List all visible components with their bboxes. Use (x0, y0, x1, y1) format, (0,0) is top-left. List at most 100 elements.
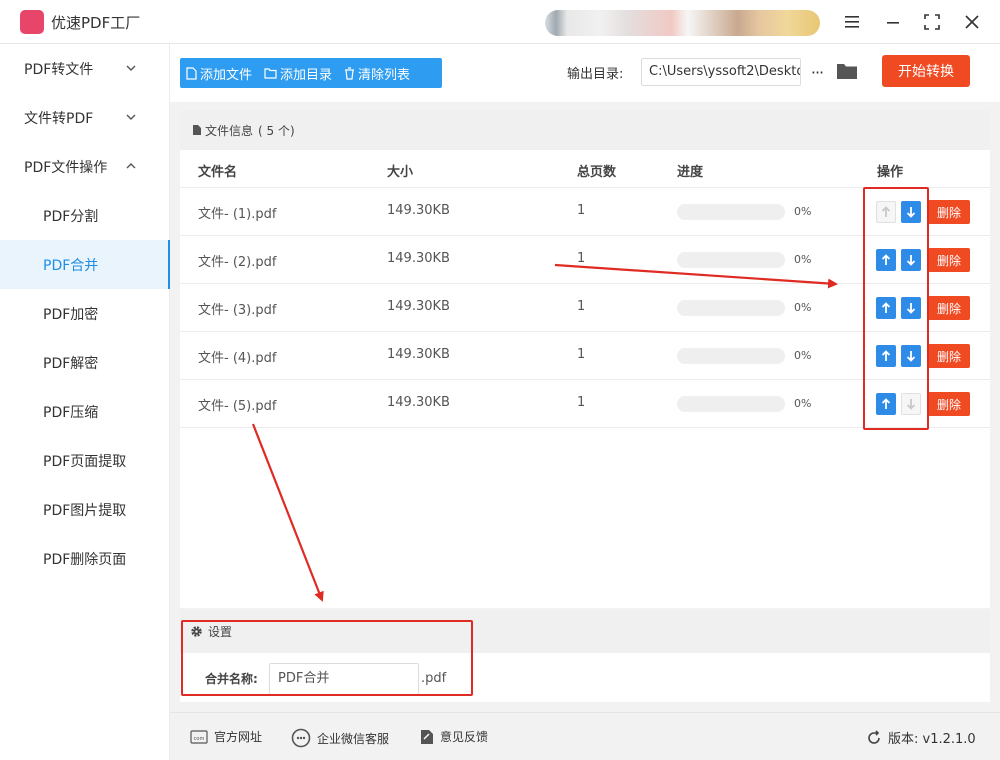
output-dir-input[interactable]: C:\Users\yssoft2\Deskto (641, 58, 801, 86)
delete-button[interactable]: 删除 (928, 200, 970, 224)
move-down-button[interactable] (901, 249, 921, 271)
delete-button[interactable]: 删除 (928, 392, 970, 416)
settings-panel: 设置 合并名称: PDF合并 .pdf (180, 610, 990, 702)
sidebar-group-pdf-operations[interactable]: PDF文件操作 (0, 142, 170, 191)
app-logo-icon (20, 10, 44, 34)
table-row: 文件- (5).pdf 149.30KB 1 0% 删除 (180, 380, 990, 428)
clear-list-button[interactable]: 清除列表 (338, 58, 416, 88)
file-name: 文件- (3).pdf (198, 303, 277, 318)
move-up-button[interactable] (876, 297, 896, 319)
sidebar-item-pdf-merge[interactable]: PDF合并 (0, 240, 170, 289)
menu-icon[interactable] (840, 10, 864, 34)
sidebar-item-pdf-decrypt[interactable]: PDF解密 (0, 338, 170, 387)
add-folder-button[interactable]: 添加目录 (258, 58, 338, 88)
move-down-button[interactable] (901, 297, 921, 319)
file-button-group: 添加文件 添加目录 清除列表 (180, 58, 442, 88)
progress-text: 0% (794, 301, 812, 314)
sidebar-group-file-to-pdf[interactable]: 文件转PDF (0, 93, 170, 142)
table-row: 文件- (1).pdf 149.30KB 1 0% 删除 (180, 188, 990, 236)
minimize-icon[interactable] (881, 10, 905, 34)
user-account-avatar[interactable] (545, 10, 820, 36)
file-size: 149.30KB (387, 299, 450, 314)
add-folder-label: 添加目录 (280, 67, 333, 83)
website-icon: com (190, 729, 208, 744)
wechat-support-link[interactable]: 企业微信客服 (291, 728, 389, 748)
feedback-label: 意见反馈 (440, 730, 489, 744)
table-header: 文件名 大小 总页数 进度 操作 (180, 150, 990, 188)
open-folder-icon[interactable] (836, 62, 858, 82)
file-pages: 1 (577, 347, 586, 362)
progress-text: 0% (794, 349, 812, 362)
chevron-up-icon (126, 163, 136, 169)
file-count: ( 5 个) (258, 123, 295, 138)
delete-button[interactable]: 删除 (928, 296, 970, 320)
sidebar-group-label: PDF文件操作 (24, 159, 108, 176)
settings-header: 设置 (180, 610, 990, 653)
sidebar-item-pdf-page-extract[interactable]: PDF页面提取 (0, 436, 170, 485)
sidebar-item-pdf-delete-pages[interactable]: PDF删除页面 (0, 534, 170, 583)
title-bar: 优速PDF工厂 (0, 0, 1000, 44)
clear-list-label: 清除列表 (358, 67, 411, 83)
progress-bar (677, 348, 785, 364)
move-down-button[interactable] (901, 201, 921, 223)
table-row: 文件- (2).pdf 149.30KB 1 0% 删除 (180, 236, 990, 284)
progress-bar (677, 204, 785, 220)
sidebar-item-pdf-compress[interactable]: PDF压缩 (0, 387, 170, 436)
app-title: 优速PDF工厂 (51, 14, 141, 32)
footer: com 官方网址 企业微信客服 意见反馈 版本: v1.2.1.0 (170, 712, 1000, 760)
move-down-button[interactable] (901, 393, 921, 415)
sidebar-group-label: 文件转PDF (24, 110, 94, 127)
website-link[interactable]: com 官方网址 (190, 728, 262, 745)
progress-text: 0% (794, 253, 812, 266)
output-dir-label: 输出目录: (567, 67, 624, 82)
delete-button[interactable]: 删除 (928, 344, 970, 368)
move-up-button[interactable] (876, 249, 896, 271)
feedback-icon (421, 729, 433, 744)
file-name: 文件- (1).pdf (198, 207, 277, 222)
add-file-label: 添加文件 (200, 67, 253, 83)
add-file-button[interactable]: 添加文件 (180, 58, 258, 88)
chat-icon (291, 728, 311, 748)
move-up-button[interactable] (876, 393, 896, 415)
file-name: 文件- (5).pdf (198, 399, 277, 414)
file-list-panel: 文件信息 ( 5 个) 文件名 大小 总页数 进度 操作 文件- (1).pdf… (180, 110, 990, 608)
feedback-link[interactable]: 意见反馈 (420, 728, 488, 745)
file-name: 文件- (2).pdf (198, 255, 277, 270)
sidebar-item-pdf-split[interactable]: PDF分割 (0, 191, 170, 240)
progress-bar (677, 252, 785, 268)
col-pages: 总页数 (577, 165, 617, 180)
sidebar-item-pdf-image-extract[interactable]: PDF图片提取 (0, 485, 170, 534)
move-down-button[interactable] (901, 345, 921, 367)
trash-icon (345, 66, 355, 80)
more-options-button[interactable]: ··· (808, 58, 826, 86)
document-icon (193, 125, 201, 135)
table-row: 文件- (3).pdf 149.30KB 1 0% 删除 (180, 284, 990, 332)
file-name: 文件- (4).pdf (198, 351, 277, 366)
refresh-icon (868, 729, 880, 744)
gear-icon (191, 626, 202, 637)
col-progress: 进度 (677, 165, 704, 180)
sidebar: PDF转文件 文件转PDF PDF文件操作 PDF分割 PDF合并 PDF加密 … (0, 44, 170, 760)
maximize-icon[interactable] (920, 10, 944, 34)
file-size: 149.30KB (387, 395, 450, 410)
folder-icon (264, 67, 277, 79)
chevron-down-icon (126, 65, 136, 71)
delete-button[interactable]: 删除 (928, 248, 970, 272)
file-size: 149.30KB (387, 251, 450, 266)
start-convert-button[interactable]: 开始转换 (882, 55, 970, 87)
move-up-button[interactable] (876, 345, 896, 367)
merge-name-input[interactable]: PDF合并 (269, 663, 419, 695)
sidebar-item-pdf-encrypt[interactable]: PDF加密 (0, 289, 170, 338)
progress-bar (677, 300, 785, 316)
main-panel: 文件信息 ( 5 个) 文件名 大小 总页数 进度 操作 文件- (1).pdf… (170, 102, 1000, 712)
close-icon[interactable] (960, 10, 984, 34)
move-up-button[interactable] (876, 201, 896, 223)
sidebar-group-pdf-to-file[interactable]: PDF转文件 (0, 44, 170, 93)
file-pages: 1 (577, 395, 586, 410)
table-row: 文件- (4).pdf 149.30KB 1 0% 删除 (180, 332, 990, 380)
chevron-down-icon (126, 114, 136, 120)
file-info-title: 文件信息 (205, 123, 254, 138)
version-info[interactable]: 版本: v1.2.1.0 (866, 728, 976, 747)
settings-title: 设置 (208, 625, 233, 639)
toolbar: 添加文件 添加目录 清除列表 输出目录: C:\Users\yssoft2\De… (170, 44, 1000, 102)
